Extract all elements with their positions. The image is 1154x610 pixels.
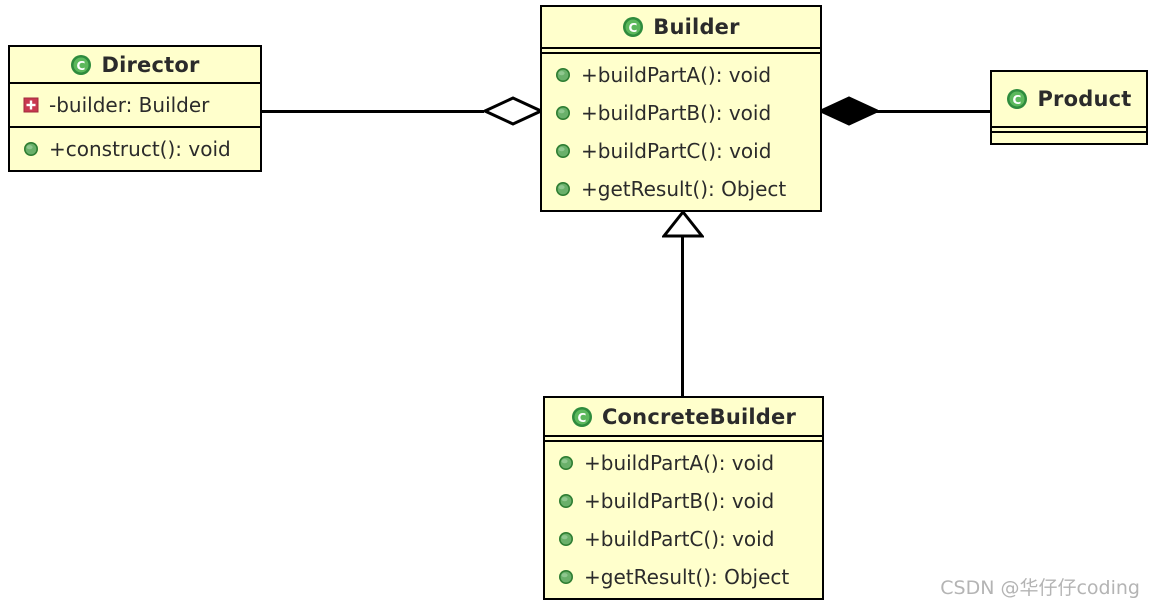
- uml-class-concretebuilder[interactable]: C ConcreteBuilder +buildPartA(): void +b…: [543, 396, 824, 600]
- method-row: +buildPartC(): void: [545, 520, 822, 558]
- method-label: +buildPartC(): void: [581, 139, 772, 163]
- svg-text:C: C: [77, 59, 86, 73]
- method-row: +buildPartA(): void: [545, 444, 822, 482]
- class-name-builder: Builder: [653, 15, 740, 39]
- method-row: +getResult(): Object: [545, 558, 822, 596]
- class-title-concretebuilder: C ConcreteBuilder: [545, 398, 822, 435]
- class-title-product: C Product: [992, 72, 1146, 126]
- class-icon: C: [622, 16, 644, 38]
- methods-compartment-director: +construct(): void: [10, 128, 260, 170]
- public-method-icon: [23, 141, 39, 157]
- diagram-canvas: C Director -builder: Builder +construct(…: [0, 0, 1154, 610]
- method-row: +getResult(): Object: [542, 170, 820, 208]
- method-row: +construct(): void: [10, 130, 260, 168]
- class-icon: C: [70, 54, 92, 76]
- public-method-icon: [558, 455, 574, 471]
- attribute-row: -builder: Builder: [10, 86, 260, 124]
- method-row: +buildPartB(): void: [545, 482, 822, 520]
- hollow-triangle-marker: [660, 209, 706, 238]
- methods-compartment-product-empty: [992, 133, 1146, 136]
- uml-class-product[interactable]: C Product: [990, 70, 1148, 145]
- public-method-icon: [558, 493, 574, 509]
- public-method-icon: [558, 569, 574, 585]
- svg-text:C: C: [629, 21, 638, 35]
- methods-compartment-concretebuilder: +buildPartA(): void +buildPartB(): void: [545, 442, 822, 598]
- method-row: +buildPartB(): void: [542, 94, 820, 132]
- method-row: +buildPartA(): void: [542, 56, 820, 94]
- method-label: +getResult(): Object: [581, 177, 787, 201]
- attribute-label: -builder: Builder: [49, 93, 210, 117]
- attributes-compartment-director: -builder: Builder: [10, 84, 260, 126]
- public-method-icon: [555, 105, 571, 121]
- class-name-product: Product: [1037, 87, 1132, 111]
- private-field-icon: [23, 97, 39, 113]
- method-label: +buildPartB(): void: [581, 101, 772, 125]
- class-name-director: Director: [101, 52, 200, 77]
- method-label: +buildPartA(): void: [584, 451, 775, 475]
- svg-text:C: C: [1013, 93, 1022, 107]
- uml-class-builder[interactable]: C Builder +buildPartA(): void +buildPart…: [540, 5, 822, 212]
- class-name-concretebuilder: ConcreteBuilder: [601, 404, 797, 429]
- class-icon: C: [1006, 88, 1028, 110]
- class-title-builder: C Builder: [542, 7, 820, 47]
- method-label: +construct(): void: [49, 137, 231, 161]
- method-label: +buildPartA(): void: [581, 63, 772, 87]
- edge-concretebuilder-builder: [681, 234, 684, 398]
- public-method-icon: [555, 181, 571, 197]
- method-label: +getResult(): Object: [584, 565, 790, 589]
- methods-compartment-builder: +buildPartA(): void +buildPartB(): void: [542, 54, 820, 210]
- watermark: CSDN @华仔仔coding: [940, 577, 1140, 599]
- edge-builder-product: [876, 110, 992, 113]
- public-method-icon: [555, 67, 571, 83]
- filled-diamond-marker: [817, 96, 881, 126]
- method-label: +buildPartC(): void: [584, 527, 775, 551]
- method-row: +buildPartC(): void: [542, 132, 820, 170]
- edge-director-builder: [262, 110, 484, 113]
- class-title-director: C Director: [10, 47, 260, 82]
- public-method-icon: [555, 143, 571, 159]
- public-method-icon: [558, 531, 574, 547]
- method-label: +buildPartB(): void: [584, 489, 775, 513]
- hollow-diamond-marker: [481, 96, 545, 126]
- class-icon: C: [571, 406, 593, 428]
- svg-text:C: C: [577, 411, 586, 425]
- uml-class-director[interactable]: C Director -builder: Builder +construct(…: [8, 45, 262, 172]
